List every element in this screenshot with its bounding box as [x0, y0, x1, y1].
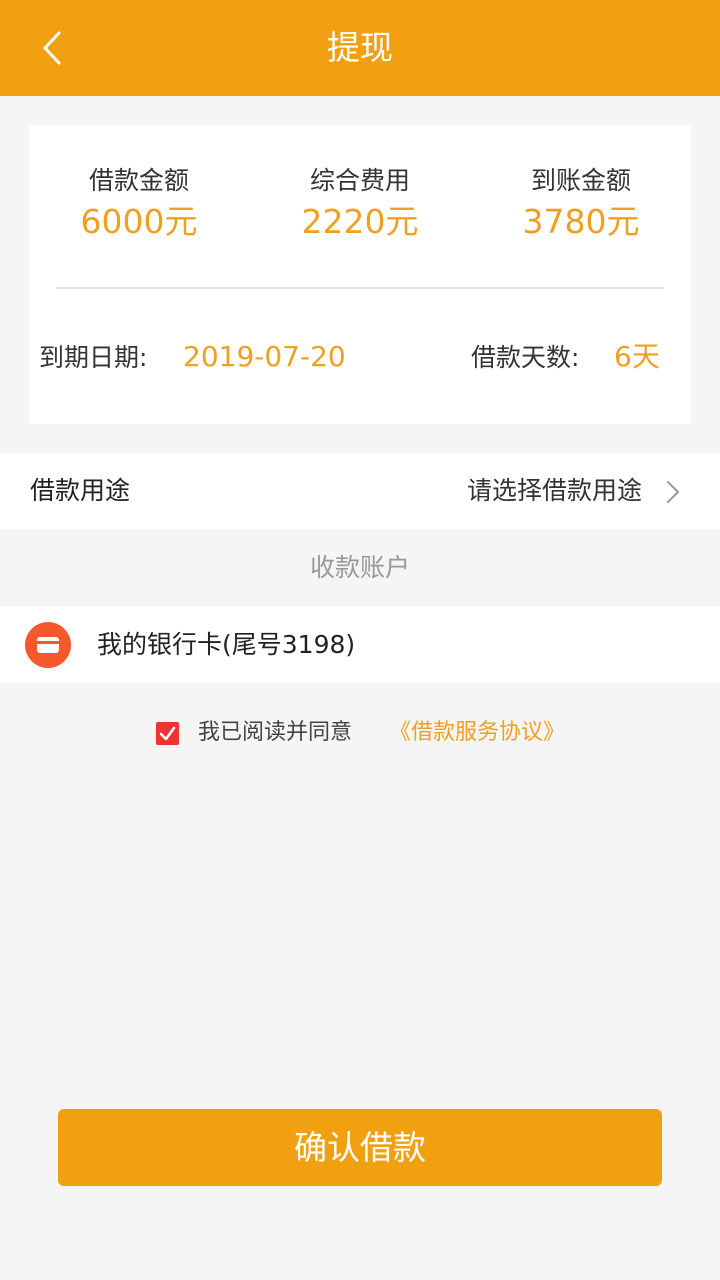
agreement-text: 我已阅读并同意: [198, 720, 353, 745]
bank-card-icon: [25, 622, 71, 668]
chevron-right-icon: [667, 481, 679, 503]
received-amount-stat: 到账金额 3780元: [471, 163, 691, 243]
total-fee-value: 2220元: [301, 202, 419, 241]
total-fee-stat: 综合费用 2220元: [250, 163, 470, 243]
total-fee-label: 综合费用: [309, 166, 410, 195]
summary-divider: [57, 287, 663, 289]
checkmark-icon: [159, 726, 176, 741]
loan-amount-stat: 借款金额 6000元: [29, 163, 249, 243]
loan-service-agreement-link[interactable]: 《借款服务协议》: [389, 713, 565, 753]
received-amount-label: 到账金额: [530, 166, 631, 195]
loan-amount-value: 6000元: [80, 202, 198, 241]
loan-purpose-selector[interactable]: 借款用途 请选择借款用途: [0, 453, 720, 529]
confirm-loan-button[interactable]: 确认借款: [58, 1109, 662, 1186]
receiving-account-heading: 收款账户: [309, 553, 410, 582]
loan-summary-card: 借款金额 6000元 综合费用 2220元 到账金额 3780元 到期日期: 2…: [29, 125, 691, 424]
loan-purpose-placeholder: 请选择借款用途: [466, 476, 642, 505]
received-amount-value: 3780元: [522, 202, 640, 241]
loan-purpose-label: 借款用途: [30, 476, 131, 505]
chevron-left-icon: [43, 31, 61, 65]
loan-days-value: 6天: [614, 340, 660, 373]
due-date-label: 到期日期:: [39, 343, 148, 372]
agreement-checkbox[interactable]: [156, 722, 179, 745]
bank-card-row[interactable]: 我的银行卡(尾号3198): [0, 606, 720, 683]
header-bar: 提现: [0, 0, 720, 96]
loan-amount-label: 借款金额: [88, 166, 189, 195]
back-button[interactable]: [24, 20, 80, 76]
page-title: 提现: [327, 28, 393, 67]
due-date-value: 2019-07-20: [183, 340, 346, 373]
bank-card-name: 我的银行卡(尾号3198): [97, 630, 356, 659]
loan-days-label: 借款天数:: [471, 343, 580, 372]
